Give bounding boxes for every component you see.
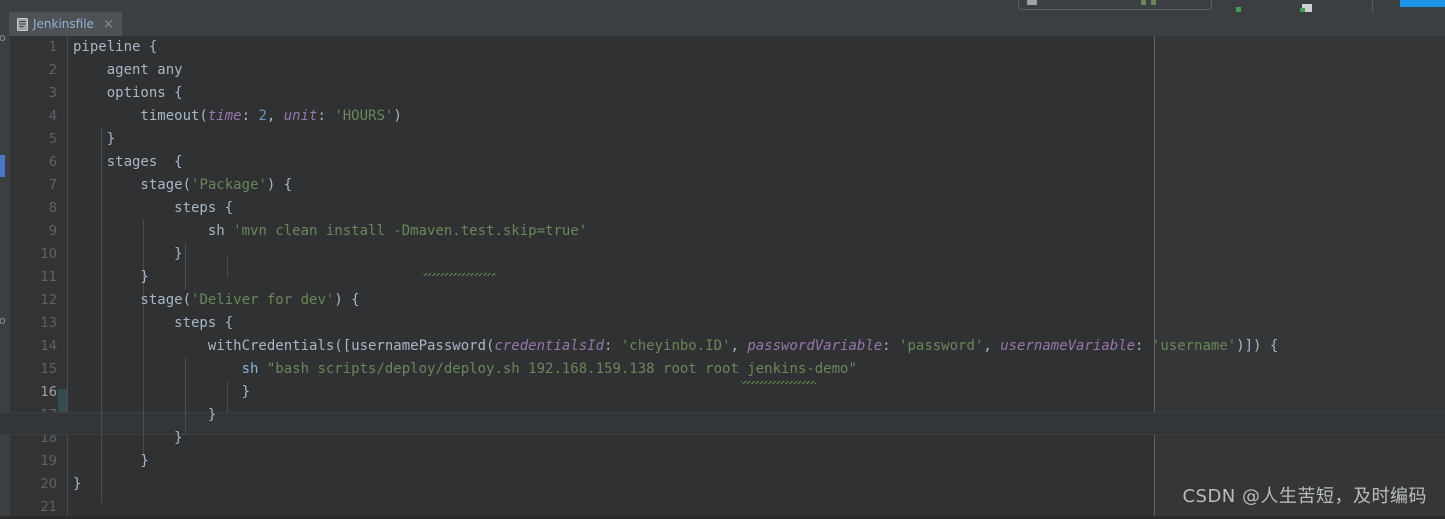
code-line[interactable]: pipeline { bbox=[73, 36, 157, 59]
line-number: 15 bbox=[40, 362, 57, 377]
code-line[interactable]: } bbox=[73, 381, 250, 404]
line-number: 12 bbox=[40, 293, 57, 308]
code-line[interactable]: } bbox=[73, 243, 182, 266]
csdn-watermark: CSDN @人生苦短，及时编码 bbox=[1182, 486, 1427, 507]
line-number: 1 bbox=[48, 40, 57, 55]
line-number: 5 bbox=[48, 132, 57, 147]
right-margin-guide bbox=[1154, 36, 1155, 516]
line-number: 2 bbox=[48, 63, 57, 78]
line-number: 10 bbox=[40, 247, 57, 262]
line-number: 6 bbox=[48, 155, 57, 170]
left-strip-partial-label-bottom: o bbox=[0, 314, 6, 327]
left-tool-strip: o o bbox=[0, 31, 10, 516]
line-number: 14 bbox=[40, 339, 57, 354]
inspection-squiggle bbox=[422, 273, 496, 276]
code-line[interactable]: options { bbox=[73, 82, 183, 105]
code-surface[interactable]: pipeline { agent any options { timeout(t… bbox=[0, 36, 1445, 516]
line-number: 4 bbox=[48, 109, 57, 124]
line-number: 7 bbox=[48, 178, 57, 193]
code-line[interactable]: } bbox=[73, 473, 81, 496]
indent-guide bbox=[227, 255, 228, 278]
file-icon bbox=[17, 17, 28, 31]
code-line[interactable]: sh "bash scripts/deploy/deploy.sh 192.16… bbox=[73, 358, 857, 381]
line-number: 11 bbox=[40, 270, 57, 285]
code-line[interactable]: sh 'mvn clean install -Dmaven.test.skip=… bbox=[73, 220, 587, 243]
code-line[interactable]: stage('Deliver for dev') { bbox=[73, 289, 359, 312]
right-margin-zone bbox=[1155, 36, 1445, 516]
line-number: 16 bbox=[40, 385, 57, 400]
current-line-highlight bbox=[0, 412, 1445, 435]
code-line[interactable]: } bbox=[73, 128, 115, 151]
line-number: 13 bbox=[40, 316, 57, 331]
code-line[interactable]: agent any bbox=[73, 59, 183, 82]
code-line[interactable]: steps { bbox=[73, 197, 233, 220]
code-fold-marker[interactable] bbox=[58, 389, 67, 412]
code-line[interactable]: timeout(time: 2, unit: 'HOURS') bbox=[73, 105, 401, 128]
code-line[interactable]: steps { bbox=[73, 312, 233, 335]
line-number: 19 bbox=[40, 454, 57, 469]
line-number: 9 bbox=[48, 224, 57, 239]
line-number: 3 bbox=[48, 86, 57, 101]
code-line[interactable]: stage('Package') { bbox=[73, 174, 292, 197]
tab-jenkinsfile[interactable]: Jenkinsfile × bbox=[9, 12, 122, 36]
code-line[interactable]: } bbox=[73, 266, 148, 289]
code-line[interactable]: withCredentials([usernamePassword(creden… bbox=[73, 335, 1279, 358]
code-line[interactable]: } bbox=[73, 427, 182, 450]
code-editor[interactable]: o o 123456789101112131415161718192021 pi… bbox=[0, 31, 1445, 516]
close-icon[interactable]: × bbox=[103, 18, 114, 31]
run-icon[interactable] bbox=[1141, 0, 1146, 5]
line-number-gutter[interactable]: 123456789101112131415161718192021 bbox=[10, 36, 67, 516]
run-configuration-selector[interactable] bbox=[1018, 0, 1212, 10]
search-everywhere-highlight[interactable] bbox=[1400, 0, 1445, 7]
tab-label: Jenkinsfile bbox=[33, 17, 94, 31]
vcs-change-marker[interactable] bbox=[0, 155, 5, 177]
line-number: 20 bbox=[40, 477, 57, 492]
code-line[interactable]: } bbox=[73, 450, 148, 473]
code-line[interactable]: stages { bbox=[73, 151, 183, 174]
editor-tab-bar: Jenkinsfile × bbox=[0, 12, 1445, 36]
toolbar-divider bbox=[1372, 0, 1373, 12]
inspection-squiggle bbox=[741, 381, 816, 384]
main-toolbar bbox=[0, 0, 1445, 13]
line-number: 8 bbox=[48, 201, 57, 216]
left-strip-partial-label-top: o bbox=[0, 31, 6, 44]
indent-guide bbox=[185, 243, 186, 289]
run-config-icon bbox=[1027, 0, 1037, 5]
debug-icon[interactable] bbox=[1151, 0, 1156, 5]
code-line[interactable]: } bbox=[73, 404, 216, 427]
